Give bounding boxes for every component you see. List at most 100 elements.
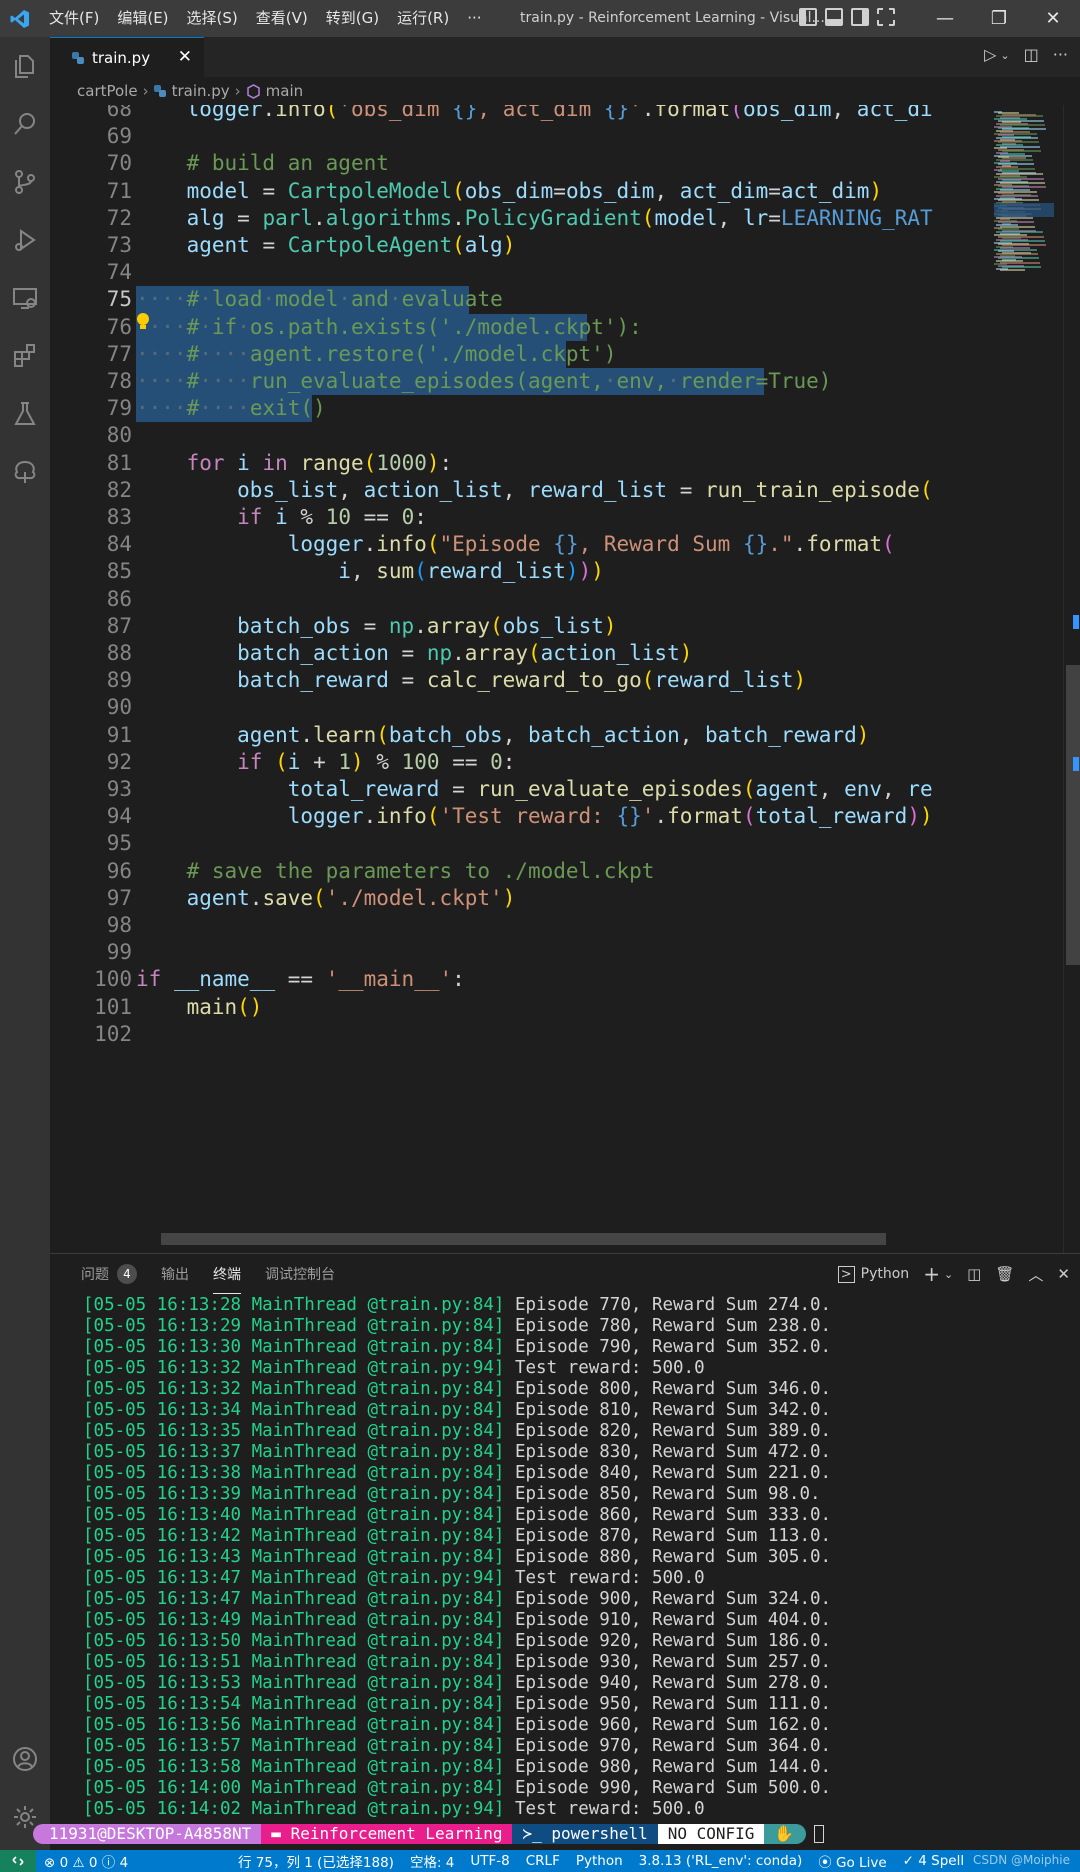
indentation[interactable]: 空格: 4 <box>410 1851 454 1871</box>
menu-selection[interactable]: 选择(S) <box>178 0 247 37</box>
status-bar: ⊗ 0 ⚠ 0 ⓘ 4 行 75，列 1 (已选择188) 空格: 4 UTF-… <box>0 1850 1080 1872</box>
customize-layout-icon[interactable] <box>877 8 895 26</box>
code-line[interactable]: 99 <box>50 939 990 966</box>
lightbulb-icon[interactable] <box>135 312 151 332</box>
code-line[interactable]: 94 logger.info('Test reward: {}'.format(… <box>50 803 990 830</box>
toggle-secondary-sidebar-icon[interactable] <box>851 8 869 26</box>
code-line[interactable]: 74 <box>50 259 990 286</box>
menu-view[interactable]: 查看(V) <box>247 0 317 37</box>
split-terminal-icon[interactable]: ◫ <box>967 1265 981 1283</box>
code-line[interactable]: 81 for i in range(1000): <box>50 450 990 477</box>
new-terminal-icon[interactable]: + <box>923 1262 940 1286</box>
code-line[interactable]: 96 # save the parameters to ./model.ckpt <box>50 858 990 885</box>
horizontal-scrollbar[interactable] <box>161 1233 886 1245</box>
run-file-icon[interactable]: ▷ <box>984 45 996 64</box>
remote-explorer-icon[interactable] <box>0 269 50 327</box>
code-line[interactable]: 73 agent = CartpoleAgent(alg) <box>50 232 990 259</box>
restore-icon[interactable]: ❐ <box>972 0 1026 37</box>
tab-problems[interactable]: 问题 4 <box>81 1264 137 1284</box>
breadcrumb-folder[interactable]: cartPole <box>77 82 138 100</box>
python-interpreter[interactable]: 3.8.13 ('RL_env': conda) <box>639 1853 803 1869</box>
code-line[interactable]: 92 if (i + 1) % 100 == 0: <box>50 749 990 776</box>
scrollbar-thumb[interactable] <box>1066 665 1080 965</box>
code-line[interactable]: 85 i, sum(reward_list))) <box>50 558 990 585</box>
toggle-panel-icon[interactable] <box>825 8 843 26</box>
code-line[interactable]: 71 model = CartpoleModel(obs_dim=obs_dim… <box>50 178 990 205</box>
terminal-dropdown-icon[interactable]: ⌄ <box>944 1268 953 1281</box>
split-editor-icon[interactable]: ◫ <box>1024 45 1039 64</box>
code-line[interactable]: 83 if i % 10 == 0: <box>50 504 990 531</box>
language-mode[interactable]: Python <box>576 1853 623 1869</box>
encoding[interactable]: UTF-8 <box>470 1853 509 1869</box>
log-prefix: [05-05 16:13:35 MainThread @train.py:84] <box>83 1421 515 1441</box>
cursor-position[interactable]: 行 75，列 1 (已选择188) <box>238 1851 394 1871</box>
log-message: Episode 870, Reward Sum 113.0. <box>514 1526 832 1546</box>
code-line[interactable]: 69 <box>50 123 990 150</box>
code-line[interactable]: 88 batch_action = np.array(action_list) <box>50 640 990 667</box>
remote-indicator-icon[interactable] <box>0 1850 36 1872</box>
minimap[interactable] <box>994 105 1054 1253</box>
code-line[interactable]: 95 <box>50 830 990 857</box>
trash-icon[interactable]: 🗑 <box>995 1265 1014 1283</box>
minimap-viewport[interactable] <box>994 203 1054 217</box>
code-line[interactable]: 101 main() <box>50 994 990 1021</box>
code-editor[interactable]: 68 logger.info('obs_dim {}, act_dim {}'.… <box>50 105 1080 1253</box>
code-line[interactable]: 79 ····#····exit() <box>50 395 990 423</box>
code-line[interactable]: 80 <box>50 422 990 449</box>
vertical-scrollbar[interactable] <box>1063 105 1080 1253</box>
testing-icon[interactable] <box>0 385 50 443</box>
toggle-sidebar-icon[interactable] <box>799 8 817 26</box>
menu-file[interactable]: 文件(F) <box>40 0 108 37</box>
breadcrumb-file[interactable]: train.py <box>172 82 230 100</box>
maximize-panel-icon[interactable]: ︿ <box>1028 1264 1043 1285</box>
code-line[interactable]: 100 if __name__ == '__main__': <box>50 966 990 993</box>
problems-status[interactable]: ⊗ 0 ⚠ 0 ⓘ 4 <box>44 1851 128 1871</box>
menu-more[interactable]: ··· <box>458 0 490 37</box>
account-icon[interactable] <box>0 1730 50 1788</box>
more-actions-icon[interactable]: ··· <box>1053 45 1068 64</box>
close-panel-icon[interactable]: ✕ <box>1057 1265 1070 1283</box>
tab-debug-console[interactable]: 调试控制台 <box>265 1264 335 1284</box>
breadcrumb-symbol[interactable]: main <box>266 82 303 100</box>
code-line[interactable]: 87 batch_obs = np.array(obs_list) <box>50 613 990 640</box>
run-debug-icon[interactable] <box>0 211 50 269</box>
code-line[interactable]: 91 agent.learn(batch_obs, batch_action, … <box>50 722 990 749</box>
spell-check[interactable]: ✓ 4 Spell <box>903 1853 964 1869</box>
search-icon[interactable] <box>0 95 50 153</box>
tab-close-icon[interactable]: ✕ <box>178 47 192 67</box>
code-line[interactable]: 90 <box>50 694 990 721</box>
line-ending[interactable]: CRLF <box>526 1853 560 1869</box>
code-line[interactable]: 97 agent.save('./model.ckpt') <box>50 885 990 912</box>
code-line[interactable]: 82 obs_list, action_list, reward_list = … <box>50 477 990 504</box>
run-dropdown-icon[interactable]: ⌄ <box>1000 49 1009 64</box>
extensions-icon[interactable] <box>0 327 50 385</box>
tab-output[interactable]: 输出 <box>161 1264 189 1284</box>
close-icon[interactable]: ✕ <box>1026 0 1080 37</box>
code-line[interactable]: 70 # build an agent <box>50 150 990 177</box>
code-line[interactable]: 72 alg = parl.algorithms.PolicyGradient(… <box>50 205 990 232</box>
terminal-output[interactable]: [05-05 16:13:28 MainThread @train.py:84]… <box>83 1295 1073 1835</box>
menu-go[interactable]: 转到(G) <box>317 0 388 37</box>
code-line[interactable]: 93 total_reward = run_evaluate_episodes(… <box>50 776 990 803</box>
minimize-icon[interactable]: — <box>918 0 972 37</box>
explorer-icon[interactable] <box>0 37 50 95</box>
code-line[interactable]: 98 <box>50 912 990 939</box>
menu-edit[interactable]: 编辑(E) <box>108 0 177 37</box>
code-line[interactable]: 78 ····#····run_evaluate_episodes(agent,·… <box>50 368 990 396</box>
source-control-icon[interactable] <box>0 153 50 211</box>
code-line[interactable]: 86 <box>50 586 990 613</box>
code-line[interactable]: 68 logger.info('obs_dim {}, act_dim {}'.… <box>50 105 990 123</box>
code-line[interactable]: 84 logger.info("Episode {}, Reward Sum {… <box>50 531 990 558</box>
code-line[interactable]: 89 batch_reward = calc_reward_to_go(rewa… <box>50 667 990 694</box>
code-line[interactable]: 75 ····#·load·model·and·evaluate <box>50 286 990 314</box>
tree-icon[interactable] <box>0 443 50 501</box>
go-live-button[interactable]: ⦿ Go Live <box>818 1851 886 1871</box>
terminal-selector[interactable]: > Python <box>837 1265 909 1283</box>
tab-terminal[interactable]: 终端 <box>213 1264 241 1294</box>
code-line[interactable]: 77 ····#····agent.restore('./model.ckpt') <box>50 340 990 368</box>
tab-train-py[interactable]: train.py ✕ <box>50 37 204 77</box>
code-line[interactable]: 102 <box>50 1021 990 1048</box>
terminal-line: [05-05 16:13:40 MainThread @train.py:84]… <box>83 1505 1073 1526</box>
menu-run[interactable]: 运行(R) <box>388 0 458 37</box>
code-line[interactable]: 76 ····#·if·os.path.exists('./model.ckpt'… <box>50 313 990 341</box>
